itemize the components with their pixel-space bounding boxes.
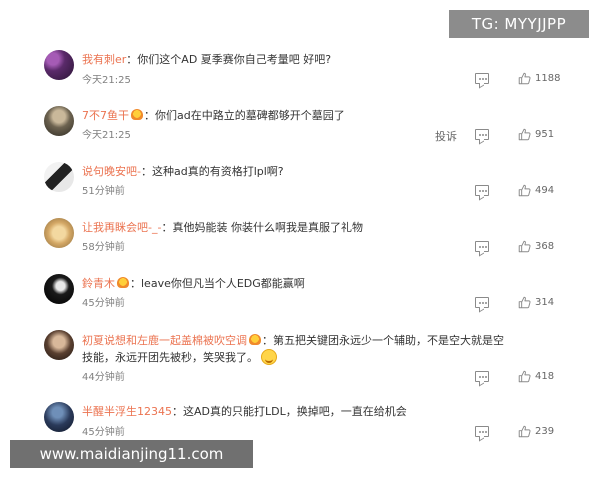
comment-text: 你们这个AD 夏季赛你自己考量吧 好吧? [137, 53, 332, 66]
comment-icon[interactable] [475, 241, 489, 252]
username-link[interactable]: 7不7鱼干 [82, 109, 129, 122]
comment-text: leave你但凡当个人EDG都能赢啊 [141, 277, 305, 290]
thumbs-up-icon[interactable] [518, 72, 531, 85]
thumbs-up-icon[interactable] [518, 128, 531, 141]
comment-time: 51分钟前 [82, 186, 125, 197]
comment-page: 我有刺er：你们这个AD 夏季赛你自己考量吧 好吧? 今天21:25 1188 … [0, 0, 600, 480]
like-count: 314 [535, 297, 555, 308]
thumbs-up-icon[interactable] [518, 184, 531, 197]
comment-line: 说句晚安吧-：这种ad真的有资格打lpl啊? [82, 165, 284, 178]
laugh-cry-emoji-icon [261, 349, 277, 365]
avatar[interactable] [44, 162, 74, 192]
comment-time: 今天21:25 [82, 75, 131, 86]
comment-icon[interactable] [475, 73, 489, 84]
comment-line: 半醒半浮生12345：这AD真的只能打LDL，换掉吧，一直在给机会 [82, 405, 407, 418]
report-button[interactable]: 投诉 [435, 128, 457, 144]
comment-line: 我有刺er：你们这个AD 夏季赛你自己考量吧 好吧? [82, 53, 332, 66]
like-count: 418 [535, 371, 555, 382]
like-count: 951 [535, 129, 555, 140]
comment-time: 58分钟前 [82, 242, 125, 253]
comment-text: 这种ad真的有资格打lpl啊? [151, 165, 284, 178]
comment-time: 45分钟前 [82, 427, 125, 438]
watermark-top: TG: MYYJJPP [449, 10, 589, 38]
comment-text: 你们ad在中路立的墓碑都够开个墓园了 [155, 109, 345, 122]
comment-line: 7不7鱼干 ：你们ad在中路立的墓碑都够开个墓园了 [82, 109, 345, 122]
comment-time: 今天21:25 [82, 130, 131, 141]
username-link[interactable]: 我有刺er [82, 53, 126, 66]
username-link[interactable]: 初夏说想和左鹿一起盖棉被吹空调 [82, 334, 247, 347]
thumbs-up-icon[interactable] [518, 240, 531, 253]
fan-medal-icon [131, 109, 143, 120]
avatar[interactable] [44, 402, 74, 432]
avatar[interactable] [44, 106, 74, 136]
username-link[interactable]: 说句晚安吧- [82, 165, 141, 178]
username-link[interactable]: 半醒半浮生12345 [82, 405, 172, 418]
fan-medal-icon [117, 277, 129, 288]
thumbs-up-icon[interactable] [518, 425, 531, 438]
thumbs-up-icon[interactable] [518, 370, 531, 383]
avatar[interactable] [44, 218, 74, 248]
username-link[interactable]: 让我再眯会吧-_- [82, 221, 161, 234]
comment-icon[interactable] [475, 297, 489, 308]
comment-text: 这AD真的只能打LDL，换掉吧，一直在给机会 [183, 405, 407, 418]
comment-icon[interactable] [475, 371, 489, 382]
username-link[interactable]: 鈴青木 [82, 277, 115, 290]
comment-text: 真他妈能装 你装什么啊我是真服了礼物 [172, 221, 363, 234]
comment-line: 鈴青木 ：leave你但凡当个人EDG都能赢啊 [82, 277, 305, 290]
like-count: 494 [535, 185, 555, 196]
like-count: 368 [535, 241, 555, 252]
avatar[interactable] [44, 274, 74, 304]
comment-icon[interactable] [475, 426, 489, 437]
comment-line: 让我再眯会吧-_-：真他妈能装 你装什么啊我是真服了礼物 [82, 221, 363, 234]
like-count: 239 [535, 426, 555, 437]
comment-time: 44分钟前 [82, 372, 125, 383]
like-count: 1188 [535, 73, 561, 84]
thumbs-up-icon[interactable] [518, 296, 531, 309]
comment-time: 45分钟前 [82, 298, 125, 309]
comment-line: 初夏说想和左鹿一起盖棉被吹空调 ：第五把关键团永远少一个辅助，不是空大就是空技能，… [82, 334, 504, 365]
comment-icon[interactable] [475, 129, 489, 140]
fan-medal-icon [249, 334, 261, 345]
avatar[interactable] [44, 50, 74, 80]
avatar[interactable] [44, 330, 74, 360]
watermark-bottom: www.maidianjing11.com [10, 440, 253, 468]
comment-icon[interactable] [475, 185, 489, 196]
